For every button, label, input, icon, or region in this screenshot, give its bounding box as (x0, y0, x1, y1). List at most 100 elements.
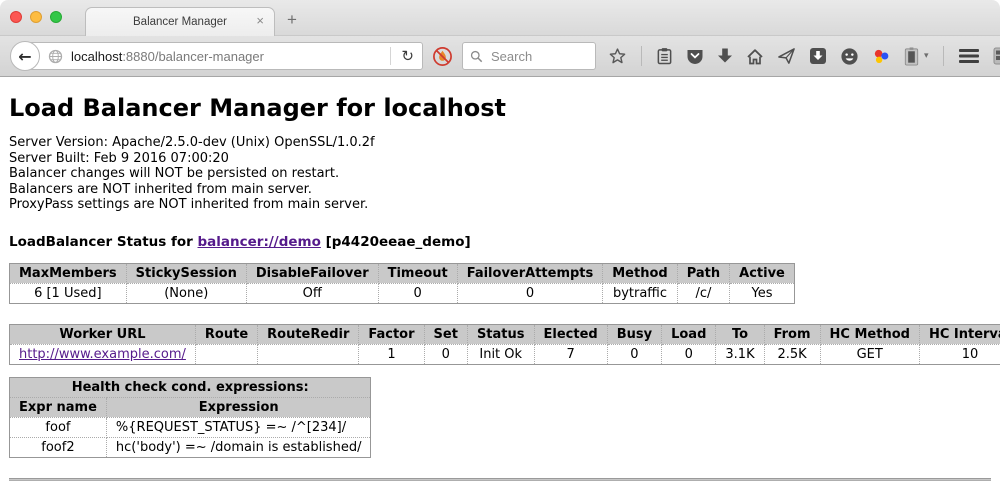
url-domain: localhost (71, 49, 122, 64)
cell-route (195, 344, 257, 364)
tab-title: Balancer Manager (133, 16, 227, 28)
menu-hamburger-icon[interactable] (958, 48, 980, 64)
colored-dots-icon[interactable] (872, 47, 891, 66)
col-set: Set (424, 324, 467, 344)
cell-status: Init Ok (467, 344, 534, 364)
clipboard-icon[interactable] (656, 47, 673, 65)
minimize-window-button[interactable] (30, 11, 42, 23)
col-factor: Factor (359, 324, 424, 344)
server-info: Server Version: Apache/2.5.0-dev (Unix) … (9, 135, 991, 213)
home-icon[interactable] (746, 48, 764, 65)
table-header-row: MaxMembers StickySession DisableFailover… (10, 263, 795, 283)
download-box-icon[interactable] (809, 47, 827, 65)
col-load: Load (662, 324, 716, 344)
col-status: Status (467, 324, 534, 344)
bottom-divider (9, 478, 991, 481)
tab-close-icon[interactable]: × (256, 14, 264, 28)
toolbar-separator (943, 46, 944, 66)
col-failoverattempts: FailoverAttempts (457, 263, 603, 283)
search-bar[interactable] (462, 42, 596, 70)
urlbar-divider (390, 47, 391, 65)
downloads-icon[interactable] (717, 47, 733, 65)
bookmark-star-icon[interactable] (608, 47, 627, 66)
cell-failoverattempts: 0 (457, 283, 603, 303)
toolbar-icons: ▾ (608, 46, 1000, 66)
col-hc-interval: HC Interval (919, 324, 1000, 344)
cell-factor: 1 (359, 344, 424, 364)
col-to: To (716, 324, 764, 344)
server-version-line: Server Version: Apache/2.5.0-dev (Unix) … (9, 135, 991, 151)
browser-window: Balancer Manager × + ← localhost:8880/ba… (0, 0, 1000, 491)
cell-disablefailover: Off (246, 283, 378, 303)
status-heading-suffix: [p4420eeae_demo] (321, 234, 471, 250)
smiley-icon[interactable] (840, 47, 859, 66)
server-built-line: Server Built: Feb 9 2016 07:00:20 (9, 151, 991, 167)
worker-url-link[interactable]: http://www.example.com/ (19, 347, 186, 362)
cell-routeredir (258, 344, 359, 364)
search-input[interactable] (489, 48, 579, 65)
cell-expression: %{REQUEST_STATUS} =~ /^[234]/ (106, 417, 371, 437)
status-heading-prefix: LoadBalancer Status for (9, 234, 198, 250)
table-header-row: Expr name Expression (10, 397, 371, 417)
col-from: From (764, 324, 820, 344)
worker-table: Worker URL Route RouteRedir Factor Set S… (9, 324, 1000, 365)
col-expr-name: Expr name (10, 397, 107, 417)
health-check-table: Health check cond. expressions: Expr nam… (9, 377, 371, 458)
cell-to: 3.1K (716, 344, 764, 364)
new-tab-button[interactable]: + (287, 10, 297, 30)
container-icon[interactable] (904, 47, 919, 66)
cell-busy: 0 (607, 344, 661, 364)
cell-load: 0 (662, 344, 716, 364)
cell-expression: hc('body') =~ /domain is established/ (106, 437, 371, 457)
col-busy: Busy (607, 324, 661, 344)
col-worker-url: Worker URL (10, 324, 196, 344)
send-plane-icon[interactable] (777, 47, 796, 65)
col-routeredir: RouteRedir (258, 324, 359, 344)
health-row: foof2 hc('body') =~ /domain is establish… (10, 437, 371, 457)
flashblock-icon[interactable] (432, 46, 453, 67)
cell-set: 0 (424, 344, 467, 364)
window-titlebar: Balancer Manager × + (0, 0, 1000, 36)
back-button[interactable]: ← (10, 41, 40, 71)
health-row: foof %{REQUEST_STATUS} =~ /^[234]/ (10, 417, 371, 437)
col-maxmembers: MaxMembers (10, 263, 127, 283)
col-stickysession: StickySession (126, 263, 246, 283)
col-active: Active (730, 263, 795, 283)
url-bar[interactable]: localhost:8880/balancer-manager ↻ (25, 42, 423, 70)
tab-groups-icon[interactable] (993, 47, 1000, 66)
col-hc-method: HC Method (820, 324, 919, 344)
table-header-row: Worker URL Route RouteRedir Factor Set S… (10, 324, 1000, 344)
navigation-toolbar: ← localhost:8880/balancer-manager ↻ (0, 36, 1000, 77)
col-method: Method (603, 263, 677, 283)
cell-path: /c/ (677, 283, 729, 303)
cell-expr-name: foof (10, 417, 107, 437)
tab-balancer-manager[interactable]: Balancer Manager × (85, 7, 275, 36)
health-table-title: Health check cond. expressions: (10, 377, 371, 397)
cell-maxmembers: 6 [1 Used] (10, 283, 127, 303)
page-content: Load Balancer Manager for localhost Serv… (0, 94, 1000, 491)
reload-icon[interactable]: ↻ (397, 47, 418, 65)
close-window-button[interactable] (10, 11, 22, 23)
cell-elected: 7 (534, 344, 607, 364)
col-elected: Elected (534, 324, 607, 344)
balancer-settings-table: MaxMembers StickySession DisableFailover… (9, 263, 795, 304)
cell-worker-url: http://www.example.com/ (10, 344, 196, 364)
chevron-down-icon[interactable]: ▾ (924, 51, 929, 61)
cell-expr-name: foof2 (10, 437, 107, 457)
worker-row: http://www.example.com/ 1 0 Init Ok 7 0 … (10, 344, 1000, 364)
loadbalancer-status-heading: LoadBalancer Status for balancer://demo … (9, 234, 991, 250)
table-title-row: Health check cond. expressions: (10, 377, 371, 397)
balancer-demo-link[interactable]: balancer://demo (198, 234, 321, 250)
toolbar-separator (641, 46, 642, 66)
cell-stickysession: (None) (126, 283, 246, 303)
col-expression: Expression (106, 397, 371, 417)
page-title: Load Balancer Manager for localhost (9, 94, 991, 122)
notice-line: ProxyPass settings are NOT inherited fro… (9, 197, 991, 213)
pocket-icon[interactable] (686, 48, 704, 65)
url-text: localhost:8880/balancer-manager (71, 49, 264, 64)
col-timeout: Timeout (378, 263, 457, 283)
col-route: Route (195, 324, 257, 344)
cell-timeout: 0 (378, 283, 457, 303)
zoom-window-button[interactable] (50, 11, 62, 23)
cell-hc-interval: 10 (919, 344, 1000, 364)
